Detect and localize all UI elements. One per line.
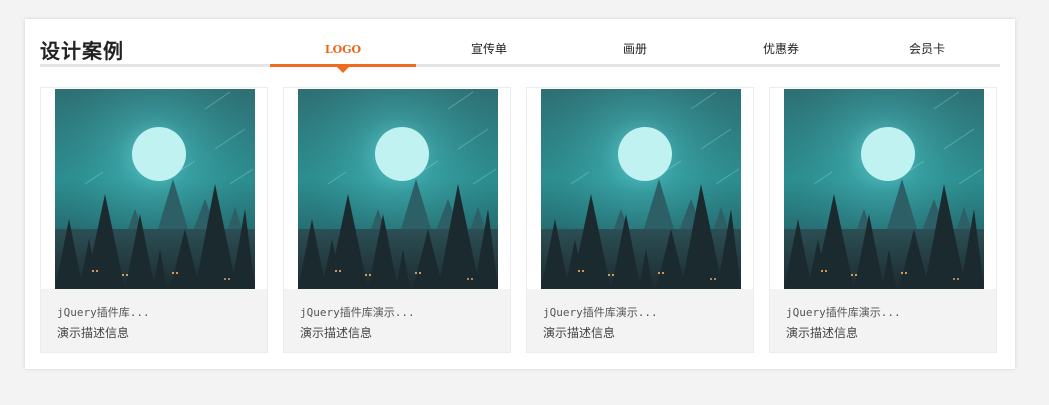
tab-label: 画册 <box>622 42 647 56</box>
case-card[interactable]: jQuery插件库演示... 演示描述信息 <box>283 87 511 353</box>
tab-label: 优惠券 <box>762 42 799 56</box>
case-thumbnail[interactable] <box>770 88 996 289</box>
design-cases-panel: 设计案例 LOGO 宣传单 画册 优惠券 会员卡 jQuery插件库... 演示… <box>25 19 1015 369</box>
tab-flyer[interactable]: 宣传单 <box>416 37 562 67</box>
case-description: 演示描述信息 <box>57 326 130 340</box>
forest-moon-image <box>298 89 498 289</box>
case-thumbnail[interactable] <box>41 88 267 289</box>
case-title[interactable]: jQuery插件库演示... <box>543 304 658 320</box>
forest-moon-image <box>541 89 741 289</box>
tab-logo[interactable]: LOGO <box>270 37 416 73</box>
case-card[interactable]: jQuery插件库演示... 演示描述信息 <box>769 87 997 353</box>
case-title[interactable]: jQuery插件库演示... <box>786 304 901 320</box>
case-title[interactable]: jQuery插件库演示... <box>300 304 415 320</box>
tab-label: 会员卡 <box>908 42 945 56</box>
tab-label: LOGO <box>324 43 362 56</box>
case-card[interactable]: jQuery插件库... 演示描述信息 <box>40 87 268 353</box>
case-description: 演示描述信息 <box>300 326 373 340</box>
forest-moon-image <box>784 89 984 289</box>
case-thumbnail[interactable] <box>527 88 753 289</box>
forest-moon-image <box>55 89 255 289</box>
case-description: 演示描述信息 <box>543 326 616 340</box>
case-card[interactable]: jQuery插件库演示... 演示描述信息 <box>526 87 754 353</box>
case-description: 演示描述信息 <box>786 326 859 340</box>
tab-coupon[interactable]: 优惠券 <box>708 37 854 67</box>
tab-membership-card[interactable]: 会员卡 <box>854 37 1000 67</box>
tab-label: 宣传单 <box>470 42 507 56</box>
active-tab-caret-icon <box>337 67 349 73</box>
case-thumbnail[interactable] <box>284 88 510 289</box>
section-title: 设计案例 <box>40 39 124 63</box>
case-title[interactable]: jQuery插件库... <box>57 304 150 320</box>
tab-brochure[interactable]: 画册 <box>562 37 708 67</box>
